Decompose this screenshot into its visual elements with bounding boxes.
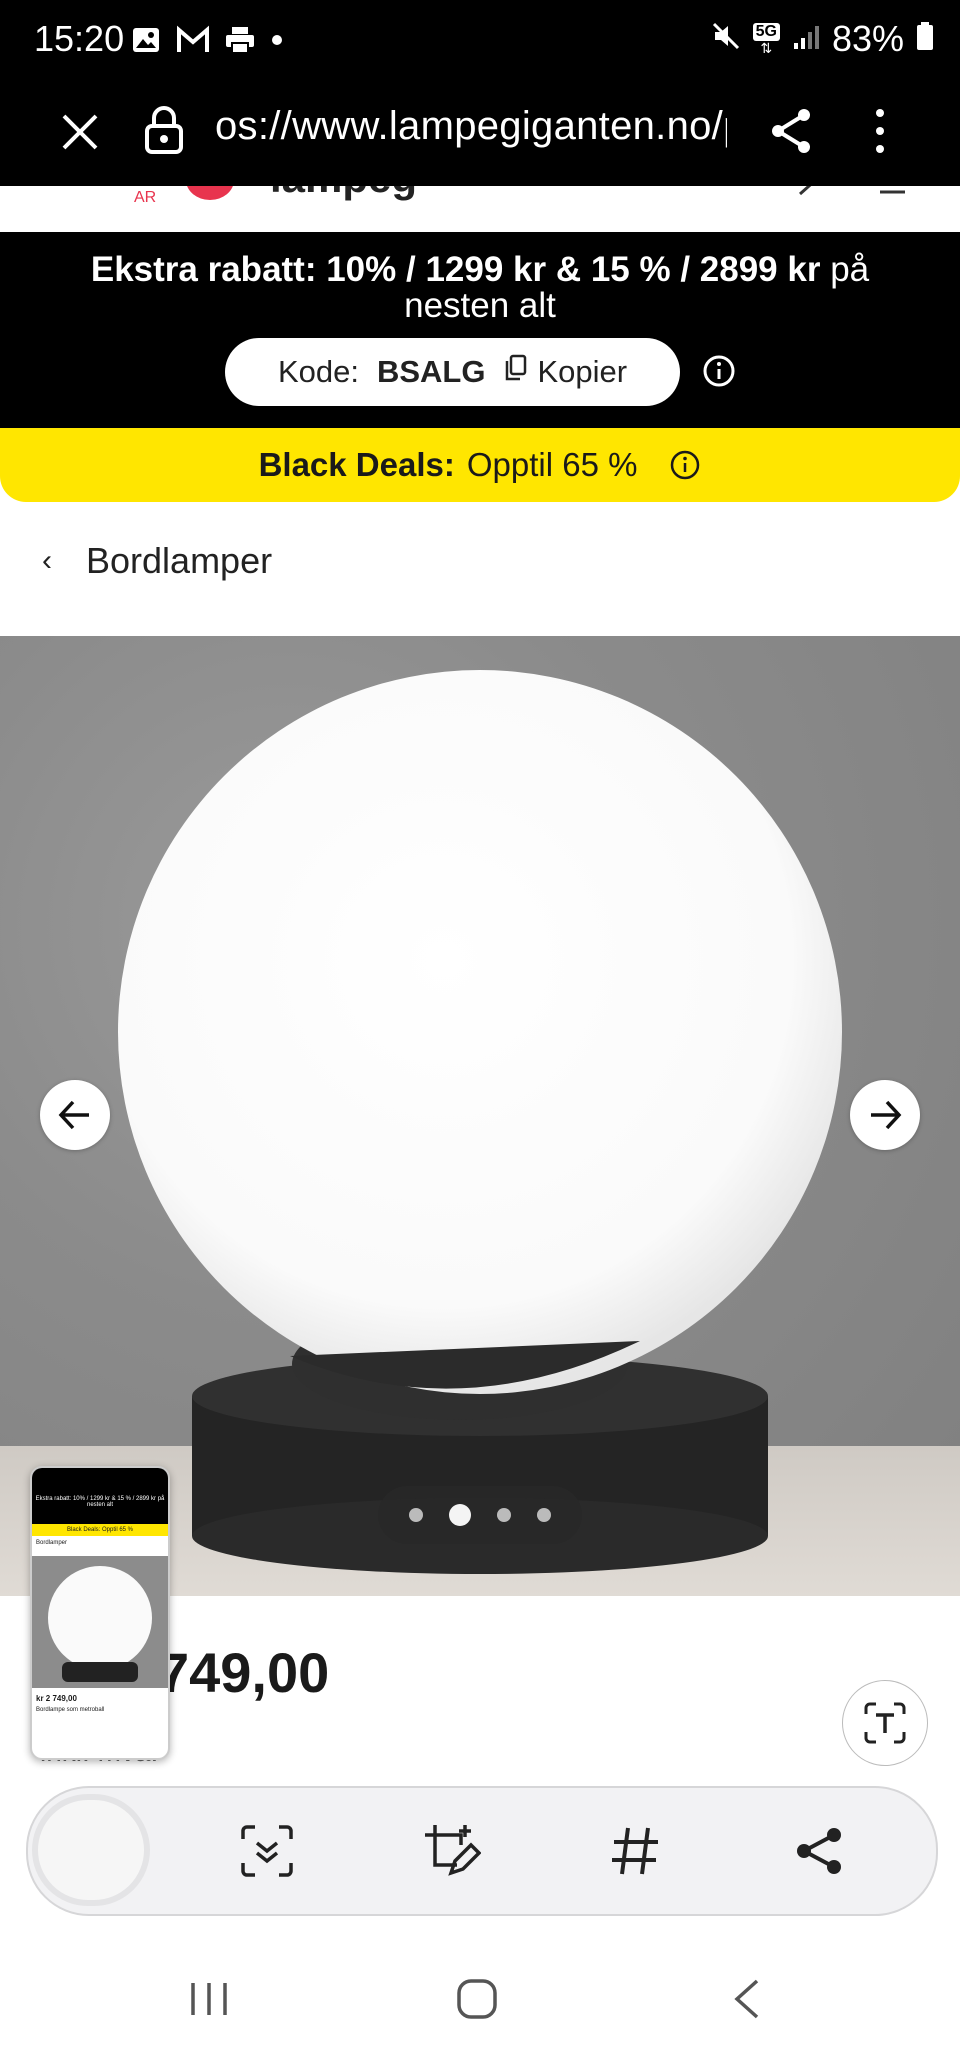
share-button[interactable] (786, 1818, 852, 1884)
thumb-image (32, 1556, 168, 1688)
site-header-graphics: AR lampeg (134, 186, 905, 206)
next-image-button[interactable] (850, 1080, 920, 1150)
scan-icon (241, 1825, 293, 1877)
gallery-dot[interactable] (497, 1508, 511, 1522)
hashtag-button[interactable] (602, 1818, 668, 1884)
promo-discount-text: Ekstra rabatt: 10% / 1299 kr & 15 % / 28… (90, 250, 821, 289)
home-button[interactable] (442, 1964, 512, 2034)
back-icon (734, 1979, 759, 2019)
gallery-pagination[interactable] (378, 1486, 582, 1544)
browser-url-bar: os://www.lampegiganten.no/p (0, 84, 960, 186)
thumb-urlbar (32, 1482, 168, 1494)
thumb-price: kr 2 749,00 (36, 1694, 77, 1703)
gallery-dot[interactable] (409, 1508, 423, 1522)
copy-label: Kopier (537, 354, 628, 389)
lock-icon[interactable] (142, 104, 186, 156)
copy-button[interactable]: Kopier (503, 354, 627, 390)
product-price: 749,00 (158, 1641, 330, 1704)
recents-button[interactable] (174, 1964, 244, 2034)
notification-icons (130, 22, 284, 62)
site-header-partial: AR lampeg (0, 186, 960, 232)
mute-icon (711, 18, 741, 60)
black-deals-bold: Black Deals: (258, 446, 455, 483)
share-icon[interactable] (768, 106, 814, 156)
dot-icon (270, 33, 284, 52)
prev-image-button[interactable] (40, 1080, 110, 1150)
black-deals-banner[interactable]: Black Deals: Opptil 65 % (0, 428, 960, 502)
print-icon (224, 24, 256, 61)
promo-info-icon[interactable] (702, 354, 736, 388)
crop-edit-button[interactable] (418, 1818, 484, 1884)
battery-icon (916, 18, 934, 60)
url-text[interactable]: os://www.lampegiganten.no/p (215, 104, 727, 149)
status-bar: 15:20 5G ⇅ 83% (0, 0, 960, 84)
svg-text:lampeg: lampeg (270, 186, 417, 201)
recents-icon (191, 1983, 227, 2015)
black-deals-text: Opptil 65 % (466, 446, 638, 483)
breadcrumb-label: Bordlamper (86, 540, 273, 581)
5g-icon: 5G ⇅ (752, 23, 780, 55)
status-time: 15:20 (34, 18, 125, 59)
gmail-icon (176, 25, 210, 60)
thumb-deals: Black Deals: Opptil 65 % (32, 1524, 168, 1536)
battery-text: 83% (831, 18, 904, 59)
capture-preview-button[interactable] (32, 1794, 150, 1906)
gallery-icon (130, 24, 162, 61)
promo-line1-rest: på (820, 250, 870, 289)
thumb-promo: Ekstra rabatt: 10% / 1299 kr & 15 % / 28… (32, 1494, 168, 1524)
thumb-title: Bordlampe som metroball (36, 1707, 105, 1713)
code-label: Kode: (277, 354, 359, 389)
text-scan-icon (864, 1702, 906, 1744)
system-nav-bar (0, 1938, 960, 2059)
signal-icon (792, 18, 820, 60)
product-photo (0, 670, 960, 1596)
promo-line1: Ekstra rabatt: 10% / 1299 kr & 15 % / 28… (0, 252, 960, 288)
home-icon (457, 1979, 497, 2019)
product-image-gallery[interactable] (0, 636, 960, 1596)
more-vert-icon[interactable] (868, 106, 892, 156)
gallery-dot[interactable] (537, 1508, 551, 1522)
black-deals-info-icon[interactable] (669, 449, 701, 481)
arrow-right-icon (871, 1100, 902, 1130)
promo-line2: nesten alt (404, 286, 556, 325)
status-right: 5G ⇅ 83% (711, 18, 934, 60)
scroll-capture-button[interactable] (234, 1818, 300, 1884)
code-value: BSALG (376, 354, 486, 389)
hashtag-icon (612, 1827, 658, 1875)
close-icon[interactable] (56, 108, 104, 156)
capture-toolbar (26, 1786, 938, 1916)
thumb-statusbar (32, 1468, 168, 1482)
svg-text:AR: AR (134, 189, 156, 206)
arrow-left-icon (58, 1100, 89, 1130)
back-button[interactable] (712, 1964, 782, 2034)
extract-text-button[interactable] (842, 1680, 928, 1766)
thumb-breadcrumb: Bordlamper (36, 1540, 68, 1546)
crop-edit-icon (425, 1825, 481, 1876)
copy-icon (503, 354, 527, 390)
gallery-dot-active[interactable] (449, 1504, 471, 1526)
screenshot-thumbnail[interactable]: Ekstra rabatt: 10% / 1299 kr & 15 % / 28… (30, 1466, 170, 1760)
breadcrumb[interactable]: ‹ Bordlamper (42, 540, 272, 582)
chevron-left-icon: ‹ (42, 544, 52, 577)
share-icon (797, 1828, 841, 1874)
discount-code-pill: Kode: BSALG Kopier (225, 338, 680, 406)
